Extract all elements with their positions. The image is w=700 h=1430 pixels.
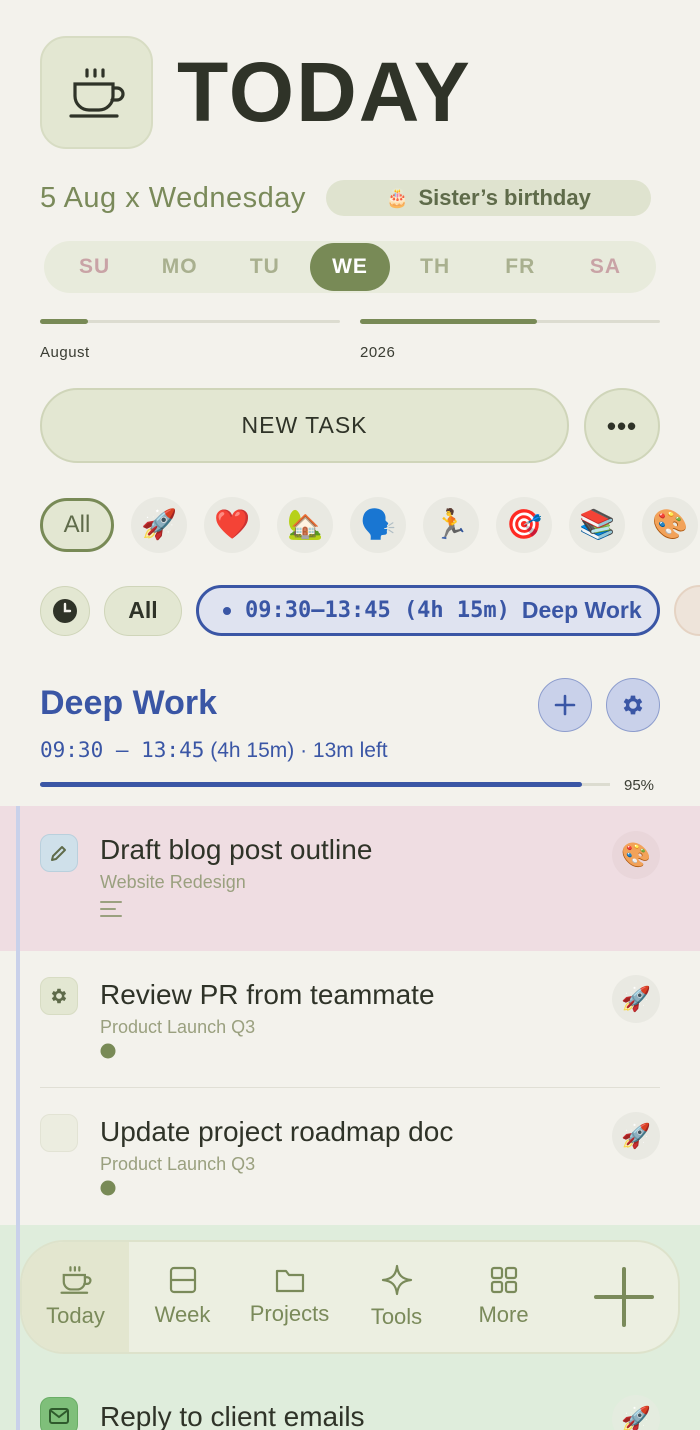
nav-more-label: More (478, 1302, 529, 1327)
time-block-next[interactable] (674, 585, 700, 636)
task-project: Product Launch Q3 (100, 1154, 256, 1174)
time-block-name: Deep Work (521, 597, 642, 623)
category-target-icon[interactable]: 🎯 (496, 497, 552, 553)
category-filter-row: All 🚀 ❤️ 🏡 🗣️ 🏃 🎯 📚 🎨 (40, 497, 698, 553)
task-title: Reply to client emails (100, 1401, 365, 1430)
task-title: Draft blog post outline (100, 834, 373, 865)
task-checkbox[interactable] (40, 1114, 78, 1152)
gear-icon[interactable] (40, 977, 78, 1015)
section-subtitle: 09:30 — 13:45 (4h 15m) · 13m left (40, 738, 388, 763)
nav-week-label: Week (154, 1302, 211, 1327)
nav-projects[interactable]: Projects (236, 1242, 343, 1352)
year-progress: 2026 (360, 319, 660, 361)
section-progress-percent: 95% (624, 777, 655, 794)
task-category-rocket-icon[interactable]: 🚀 (612, 975, 660, 1023)
add-to-block-button[interactable] (538, 678, 592, 732)
active-dot (223, 606, 231, 615)
coffee-cup-icon (59, 1266, 91, 1294)
nav-projects-label: Projects (249, 1301, 330, 1326)
day-friday[interactable]: FR (480, 243, 560, 291)
time-filter-row: All 09:30–13:45 (4h 15m) Deep Work (40, 585, 660, 636)
year-progress-fill (360, 319, 537, 324)
page-title: TODAY (177, 45, 472, 139)
current-date: 5 Aug x Wednesday (40, 181, 306, 214)
event-badge[interactable]: 🎂 Sister’s birthday (325, 180, 651, 216)
task-project: Website Redesign (100, 872, 246, 892)
category-books-icon[interactable]: 📚 (569, 497, 625, 553)
bottom-nav: Today Week Projects Tools More (20, 1240, 680, 1354)
more-options-button[interactable]: ••• (584, 388, 660, 464)
section-progress (40, 782, 610, 787)
day-saturday[interactable]: SA (565, 243, 645, 291)
sparkle-icon (381, 1264, 412, 1296)
section-duration: (4h 15m) · 13m left (210, 739, 388, 762)
folder-icon (275, 1269, 304, 1293)
task-row[interactable]: Update project roadmap doc Product Launc… (0, 1088, 700, 1225)
gear-icon (623, 695, 643, 715)
task-title: Review PR from teammate (100, 979, 435, 1010)
nav-week[interactable]: Week (129, 1242, 236, 1352)
time-filter-all-button[interactable]: All (104, 585, 182, 636)
month-progress-fill (40, 319, 88, 324)
notes-icon (100, 900, 122, 923)
task-project: Product Launch Q3 (100, 1017, 256, 1037)
nav-today[interactable]: Today (22, 1242, 129, 1352)
category-heart-icon[interactable]: ❤️ (204, 497, 260, 553)
day-monday[interactable]: MO (140, 243, 220, 291)
section-title: Deep Work (40, 684, 217, 722)
day-wednesday[interactable]: WE (309, 243, 390, 291)
category-all-button[interactable]: All (40, 498, 114, 552)
event-label: Sister’s birthday (418, 185, 591, 210)
category-speaking-icon[interactable]: 🗣️ (350, 497, 406, 553)
week-icon (169, 1266, 196, 1294)
nav-more[interactable]: More (450, 1242, 557, 1352)
category-rocket-icon[interactable]: 🚀 (131, 497, 187, 553)
month-progress: August (40, 319, 340, 361)
year-label: 2026 (360, 344, 396, 361)
clock-icon[interactable] (40, 585, 90, 636)
week-selector: SU MO TU WE TH FR SA (44, 241, 656, 293)
cake-icon: 🎂 (386, 187, 409, 208)
status-dot (100, 1043, 116, 1064)
task-row[interactable]: Draft blog post outline Website Redesign… (0, 806, 700, 951)
section-time-range: 09:30 — 13:45 (40, 738, 205, 762)
category-house-icon[interactable]: 🏡 (277, 497, 333, 553)
task-category-rocket-icon[interactable]: 🚀 (612, 1395, 660, 1430)
status-dot (100, 1180, 116, 1201)
task-title: Update project roadmap doc (100, 1116, 454, 1147)
task-category-palette-icon[interactable]: 🎨 (612, 831, 660, 879)
time-block-deep-work[interactable]: 09:30–13:45 (4h 15m) Deep Work (196, 585, 660, 636)
day-sunday[interactable]: SU (55, 243, 135, 291)
new-task-button[interactable]: NEW TASK (40, 388, 569, 463)
coffee-cup-icon (40, 36, 153, 149)
plus-icon (594, 1267, 654, 1327)
month-label: August (40, 344, 90, 361)
task-category-rocket-icon[interactable]: 🚀 (612, 1112, 660, 1160)
nav-tools[interactable]: Tools (343, 1242, 450, 1352)
nav-today-label: Today (46, 1303, 105, 1328)
date-row: 5 Aug x Wednesday 🎂 Sister’s birthday (40, 180, 651, 216)
day-thursday[interactable]: TH (395, 243, 475, 291)
section-progress-fill (40, 782, 582, 787)
category-running-icon[interactable]: 🏃 (423, 497, 479, 553)
day-tuesday[interactable]: TU (225, 243, 305, 291)
block-settings-button[interactable] (606, 678, 660, 732)
mail-icon[interactable] (40, 1397, 78, 1430)
grid-icon (490, 1266, 517, 1294)
time-block-range: 09:30–13:45 (4h 15m) (245, 598, 510, 623)
header: TODAY (40, 36, 472, 149)
task-row[interactable]: Review PR from teammate Product Launch Q… (0, 951, 700, 1088)
pencil-icon[interactable] (40, 834, 78, 872)
category-palette-icon[interactable]: 🎨 (642, 497, 698, 553)
add-task-fab[interactable] (570, 1242, 678, 1352)
nav-tools-label: Tools (370, 1304, 423, 1329)
plus-icon (554, 694, 576, 716)
